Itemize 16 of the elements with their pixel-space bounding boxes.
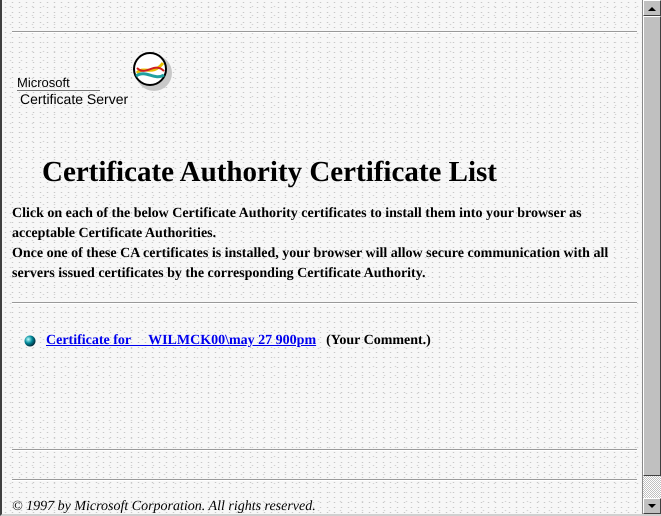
vertical-scrollbar[interactable] [642, 0, 661, 514]
globe-logo-icon [132, 51, 174, 93]
certificate-comment: (Your Comment.) [326, 333, 431, 349]
logo-brand-text: Microsoft [17, 75, 100, 91]
page-heading: Certificate Authority Certificate List [42, 155, 498, 189]
scroll-down-button[interactable] [643, 498, 661, 514]
scroll-up-button[interactable] [643, 0, 661, 16]
certificate-link[interactable]: Certificate for WILMCK00\may 27 900pm [46, 333, 316, 349]
logo-product-text: Certificate Server [20, 91, 128, 107]
up-arrow-icon [648, 6, 656, 10]
intro-paragraph: Click on each of the below Certificate Authority certificates to install them into your browser as acceptable Certificate Authorities. [12, 205, 583, 243]
scrollbar-thumb[interactable] [643, 16, 661, 476]
down-arrow-icon [648, 504, 656, 508]
intro-paragraph: Once one of these CA certificates is installed, your browser will allow secure communication with all servers issued certificates by the corresponding Certificate Authority. [12, 245, 610, 283]
bullet-icon [24, 335, 36, 347]
copyright-text: © 1997 by Microsoft Corporation. All rights reserved. [12, 499, 317, 514]
